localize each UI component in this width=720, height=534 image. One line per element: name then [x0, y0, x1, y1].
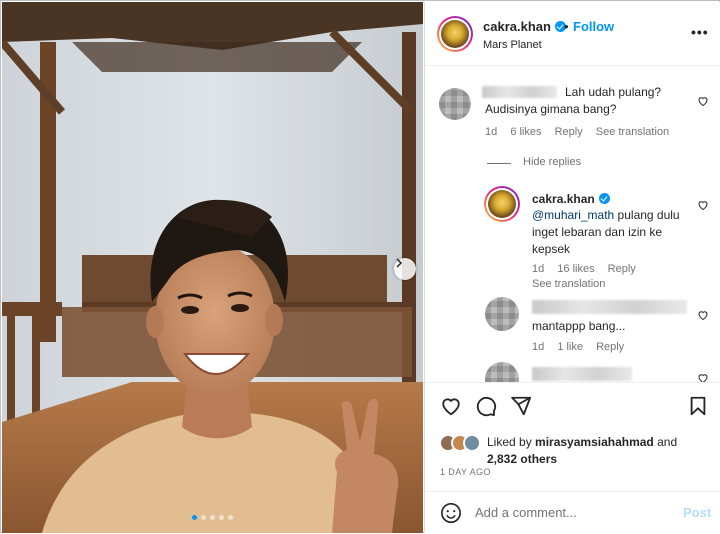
commenter-avatar[interactable] [439, 88, 471, 120]
follow-button[interactable]: Follow [573, 19, 614, 34]
heart-icon[interactable] [697, 309, 709, 321]
comment-input[interactable]: Add a comment... [475, 505, 577, 520]
reply-button[interactable]: Reply [555, 126, 583, 138]
share-icon[interactable] [510, 395, 532, 417]
comment-meta: 1d 1 like Reply [532, 341, 634, 353]
hide-replies-button[interactable]: Hide replies [523, 156, 581, 168]
avatar[interactable] [437, 16, 473, 52]
heart-icon[interactable] [697, 199, 709, 211]
post-dialog: cakra.khan • Follow Mars Planet ••• Lah … [0, 0, 720, 533]
author-username[interactable]: cakra.khan [483, 19, 566, 34]
add-comment-row: Add a comment... Post [425, 491, 720, 534]
post-panel: cakra.khan • Follow Mars Planet ••• Lah … [424, 2, 720, 533]
location-link[interactable]: Mars Planet [483, 39, 542, 51]
see-translation-button[interactable]: See translation [596, 126, 669, 138]
post-header: cakra.khan • Follow Mars Planet ••• [425, 2, 720, 66]
heart-icon[interactable] [697, 95, 709, 107]
comment-icon[interactable] [475, 395, 497, 417]
comment-age: 1d [485, 126, 498, 138]
comment-likes[interactable]: 6 likes [510, 126, 541, 138]
commenter-username[interactable] [532, 300, 687, 314]
liked-by-text: Liked by mirasyamsiahahmad and 2,832 othe… [487, 435, 678, 466]
carousel-dot [210, 515, 215, 520]
reply-likes[interactable]: 16 likes [557, 263, 594, 275]
comment-likes[interactable]: 1 like [557, 341, 583, 353]
avatar [463, 434, 481, 452]
commenter-username[interactable] [532, 367, 632, 381]
likes-count[interactable]: 2,832 others [487, 452, 557, 466]
comments-list[interactable]: Lah udah pulang? Audisinya gimana bang? … [425, 66, 720, 382]
hide-replies-line [487, 163, 511, 164]
commenter-avatar[interactable] [485, 362, 519, 382]
reply-button[interactable]: Reply [596, 341, 624, 353]
comment-text: mantappp bang... [532, 319, 626, 333]
emoji-icon[interactable] [440, 502, 462, 524]
post-photo[interactable] [2, 2, 423, 533]
post-button[interactable]: Post [683, 505, 711, 520]
reply-meta: 1d 16 likes Reply [532, 263, 646, 275]
reply-button[interactable]: Reply [608, 263, 636, 275]
reply-age: 1d [532, 263, 545, 275]
post-actions: Liked by mirasyamsiahahmad and 2,832 othe… [425, 382, 720, 533]
more-icon[interactable]: ••• [691, 24, 709, 40]
carousel-indicator [192, 515, 233, 520]
comment-age: 1d [532, 341, 545, 353]
verified-icon [598, 193, 610, 204]
carousel-dot [219, 515, 224, 520]
comment-text: Lah udah pulang? Audisinya gimana bang? [485, 85, 662, 116]
bookmark-icon[interactable] [687, 395, 709, 417]
commenter-avatar[interactable] [485, 297, 519, 331]
mention-link[interactable]: @muhari_math [532, 208, 614, 222]
liker-username[interactable]: mirasyamsiahahmad [535, 435, 654, 449]
header-separator: • [564, 19, 569, 34]
post-timestamp[interactable]: 1 DAY AGO [440, 467, 491, 477]
next-slide-button[interactable] [394, 258, 416, 280]
carousel-dot [228, 515, 233, 520]
selfie-image [2, 2, 423, 533]
likers-avatars[interactable] [439, 434, 485, 452]
reply-username[interactable]: cakra.khan [532, 192, 610, 206]
see-translation-button[interactable]: See translation [532, 278, 605, 290]
comment-meta: 1d 6 likes Reply See translation [485, 126, 679, 138]
reply-text: @muhari_math pulang dulu inget lebaran d… [532, 208, 680, 256]
heart-icon[interactable] [697, 372, 709, 382]
carousel-dot [201, 515, 206, 520]
carousel-dot [192, 515, 197, 520]
reply-avatar[interactable] [484, 186, 520, 222]
heart-icon[interactable] [440, 395, 462, 417]
chevron-right-icon [396, 258, 403, 268]
